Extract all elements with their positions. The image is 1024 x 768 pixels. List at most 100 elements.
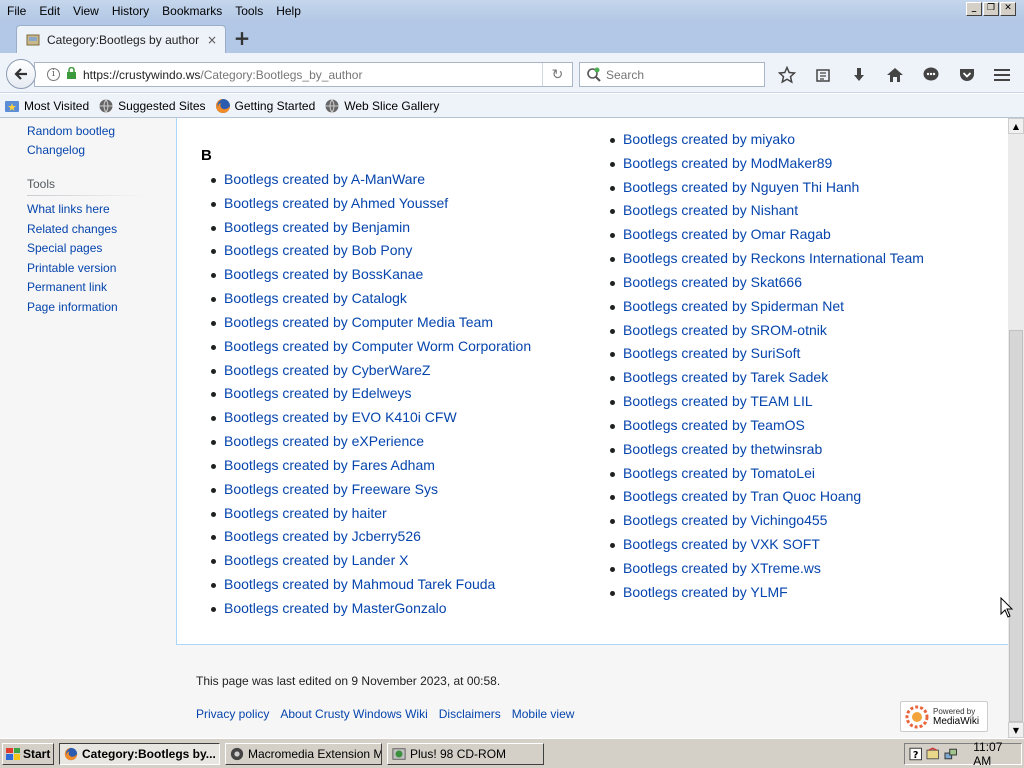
menu-help[interactable]: Help <box>269 4 307 18</box>
category-link[interactable]: Bootlegs created by Mahmoud Tarek Fouda <box>210 576 495 592</box>
bookmark-star-icon[interactable] <box>775 63 799 87</box>
info-icon[interactable]: i <box>47 68 60 81</box>
reading-list-icon[interactable] <box>811 63 835 87</box>
category-link[interactable]: Bootlegs created by miyako <box>610 131 795 147</box>
help-icon[interactable]: ? <box>909 747 922 761</box>
sidebar-link-special-pages[interactable]: Special pages <box>27 241 102 255</box>
vertical-scrollbar[interactable]: ▲ ▼ <box>1008 118 1024 738</box>
category-link[interactable]: Bootlegs created by A-ManWare <box>210 171 425 187</box>
tools-icon[interactable] <box>926 747 940 761</box>
menu-tools[interactable]: Tools <box>228 4 269 18</box>
category-link[interactable]: Bootlegs created by Freeware Sys <box>211 481 438 497</box>
category-link[interactable]: Bootlegs created by Edelweys <box>211 385 412 401</box>
sidebar-link-printable-version[interactable]: Printable version <box>27 261 116 275</box>
powered-by-mediawiki-badge[interactable]: Powered by MediaWiki <box>900 701 988 732</box>
sidebar-link-changelog[interactable]: Changelog <box>27 143 85 157</box>
footer-link-disclaimers[interactable]: Disclaimers <box>439 707 501 721</box>
menu-edit[interactable]: Edit <box>32 4 66 18</box>
mediawiki-logo-icon <box>905 705 929 728</box>
url-host: https://crustywindo.ws <box>83 67 201 82</box>
bookmark-web-slice-gallery[interactable]: Web Slice Gallery <box>324 98 439 114</box>
category-link[interactable]: Bootlegs created by Skat666 <box>609 274 802 290</box>
tab-active[interactable]: Category:Bootlegs by author ... × <box>16 25 226 53</box>
category-link[interactable]: Bootlegs created by haiter <box>211 505 387 521</box>
category-link[interactable]: Bootlegs created by TEAM LIL <box>610 393 813 409</box>
scrollbar-thumb[interactable] <box>1009 330 1023 722</box>
category-link[interactable]: Bootlegs created by XTreme.ws <box>610 560 821 576</box>
new-tab-button[interactable]: + <box>232 28 252 49</box>
category-link[interactable]: Bootlegs created by Lander X <box>210 552 408 568</box>
menu-bookmarks[interactable]: Bookmarks <box>155 4 228 18</box>
category-link[interactable]: Bootlegs created by MasterGonzalo <box>211 600 447 616</box>
category-link[interactable]: Bootlegs created by SROM-otnik <box>610 322 827 338</box>
menu-bar: File Edit View History Bookmarks Tools H… <box>0 0 1024 21</box>
taskbar-item-macromedia[interactable]: Macromedia Extension M... <box>225 742 382 765</box>
sidebar-link-page-information[interactable]: Page information <box>27 300 118 314</box>
scroll-up-arrow-icon[interactable]: ▲ <box>1008 118 1024 134</box>
category-link[interactable]: Bootlegs created by Omar Ragab <box>610 226 831 242</box>
url-bar[interactable]: i https://crustywindo.ws/Category:Bootle… <box>34 62 573 87</box>
chat-icon[interactable] <box>919 63 943 87</box>
sidebar-link-what-links-here[interactable]: What links here <box>27 202 110 216</box>
category-link[interactable]: Bootlegs created by Tran Quoc Hoang <box>609 488 861 504</box>
sidebar-link-permanent-link[interactable]: Permanent link <box>27 280 107 294</box>
category-link[interactable]: Bootlegs created by Reckons Internationa… <box>610 250 924 266</box>
category-link[interactable]: Bootlegs created by Bob Pony <box>210 242 412 258</box>
menu-view[interactable]: View <box>66 4 105 18</box>
search-bar[interactable] <box>579 62 765 87</box>
footer-link-privacy-policy[interactable]: Privacy policy <box>196 707 269 721</box>
windows-logo-icon <box>6 747 20 760</box>
url-text[interactable]: https://crustywindo.ws/Category:Bootlegs… <box>83 68 542 82</box>
taskbar-item-plus98[interactable]: Plus! 98 CD-ROM <box>387 742 544 765</box>
reload-icon[interactable]: ↻ <box>542 63 572 86</box>
category-link[interactable]: Bootlegs created by Fares Adham <box>211 457 435 473</box>
home-icon[interactable] <box>883 63 907 87</box>
search-input[interactable] <box>606 67 746 82</box>
category-link[interactable]: Bootlegs created by YLMF <box>610 584 788 600</box>
category-link[interactable]: Bootlegs created by BossKanae <box>210 266 423 282</box>
category-link[interactable]: Bootlegs created by Computer Worm Corpor… <box>210 338 531 354</box>
category-link[interactable]: Bootlegs created by Tarek Sadek <box>609 369 828 385</box>
category-link[interactable]: Bootlegs created by Nguyen Thi Hanh <box>609 179 859 195</box>
category-link[interactable]: Bootlegs created by CyberWareZ <box>210 362 430 378</box>
footer-link-about[interactable]: About Crusty Windows Wiki <box>280 707 427 721</box>
restore-icon[interactable]: ❐ <box>983 2 999 16</box>
category-link[interactable]: Bootlegs created by VXK SOFT <box>610 536 820 552</box>
category-link[interactable]: Bootlegs created by ModMaker89 <box>609 155 832 171</box>
category-link[interactable]: Bootlegs created by TeamOS <box>610 417 805 433</box>
taskbar-item-firefox[interactable]: Category:Bootlegs by... <box>59 742 220 765</box>
hamburger-menu-icon[interactable] <box>990 63 1014 87</box>
download-icon[interactable] <box>847 63 871 87</box>
category-link[interactable]: Bootlegs created by Benjamin <box>211 219 410 235</box>
category-link[interactable]: Bootlegs created by thetwinsrab <box>609 441 822 457</box>
category-link[interactable]: Bootlegs created by TomatoLei <box>610 465 815 481</box>
sidebar-link-random-bootleg[interactable]: Random bootleg <box>27 124 115 138</box>
category-link[interactable]: Bootlegs created by Vichingo455 <box>609 512 827 528</box>
category-link[interactable]: Bootlegs created by Catalogk <box>211 290 407 306</box>
category-link[interactable]: Bootlegs created by Jcberry526 <box>211 528 421 544</box>
taskbar-item-label: Macromedia Extension M... <box>248 746 382 761</box>
sidebar-link-related-changes[interactable]: Related changes <box>27 222 117 236</box>
pocket-icon[interactable] <box>955 63 979 87</box>
category-link[interactable]: Bootlegs created by SuriSoft <box>609 345 800 361</box>
network-icon[interactable] <box>944 747 957 761</box>
category-link[interactable]: Bootlegs created by Ahmed Youssef <box>210 195 448 211</box>
category-link[interactable]: Bootlegs created by EVO K410i CFW <box>211 409 457 425</box>
close-window-icon[interactable]: ✕ <box>1000 2 1016 16</box>
bookmark-suggested-sites[interactable]: Suggested Sites <box>98 98 206 114</box>
category-link[interactable]: Bootlegs created by Spiderman Net <box>609 298 844 314</box>
menu-file[interactable]: File <box>0 4 32 18</box>
scroll-down-arrow-icon[interactable]: ▼ <box>1008 722 1024 738</box>
bookmark-getting-started[interactable]: Getting Started <box>215 98 315 114</box>
category-link[interactable]: Bootlegs created by Computer Media Team <box>211 314 493 330</box>
category-link[interactable]: Bootlegs created by Nishant <box>609 202 798 218</box>
minimize-icon[interactable]: _ <box>966 2 982 16</box>
bookmark-most-visited[interactable]: Most Visited <box>4 98 89 114</box>
back-button[interactable] <box>6 59 36 89</box>
menu-history[interactable]: History <box>105 4 155 18</box>
start-button[interactable]: Start <box>2 742 54 765</box>
footer-link-mobile-view[interactable]: Mobile view <box>512 707 575 721</box>
tab-close-icon[interactable]: × <box>207 33 217 47</box>
category-link[interactable]: Bootlegs created by eXPerience <box>210 433 424 449</box>
lock-icon[interactable] <box>66 66 77 82</box>
